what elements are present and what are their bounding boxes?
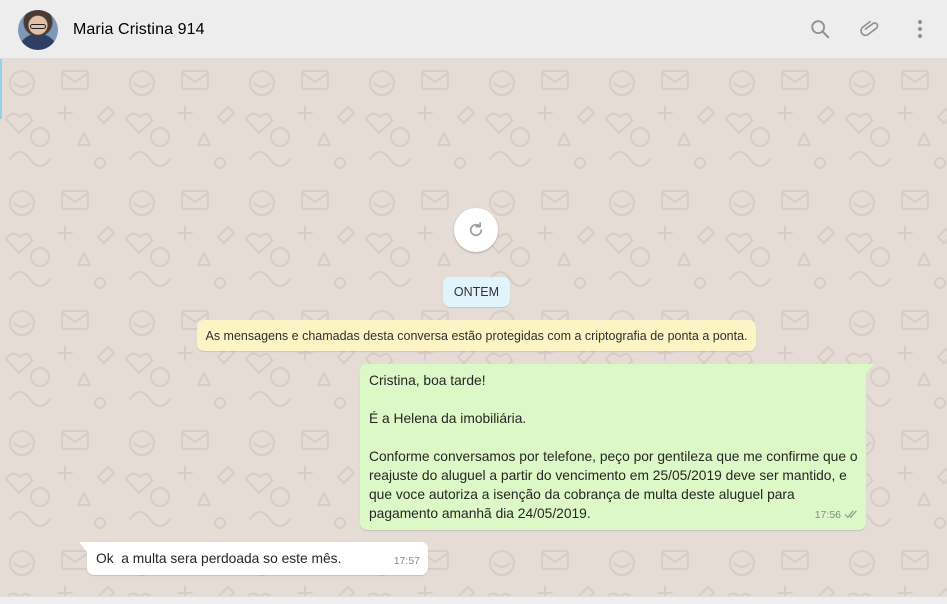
message-incoming[interactable]: Ok a multa sera perdoada so este mês. 17…: [79, 542, 428, 575]
search-icon[interactable]: [807, 16, 833, 42]
message-text: Cristina, boa tarde! É a Helena da imobi…: [369, 373, 858, 521]
chat-header: Maria Cristina 914: [0, 0, 947, 59]
double-check-icon: [844, 505, 859, 524]
panel-edge-accent: [0, 59, 2, 119]
more-vertical-icon[interactable]: [907, 16, 933, 42]
encryption-notice[interactable]: As mensagens e chamadas desta conversa e…: [197, 320, 756, 351]
paperclip-icon[interactable]: [857, 16, 883, 42]
message-text: Ok a multa sera perdoada so este mês.: [96, 551, 342, 566]
message-time: 17:57: [393, 555, 420, 567]
composer-edge: [0, 596, 947, 604]
message-time: 17:56: [814, 509, 841, 521]
date-divider: ONTEM: [443, 277, 510, 307]
avatar-glasses: [30, 24, 46, 29]
message-outgoing[interactable]: Cristina, boa tarde! É a Helena da imobi…: [360, 364, 874, 530]
contact-name[interactable]: Maria Cristina 914: [73, 21, 205, 39]
refresh-icon[interactable]: [454, 208, 498, 252]
contact-avatar[interactable]: [18, 10, 58, 50]
